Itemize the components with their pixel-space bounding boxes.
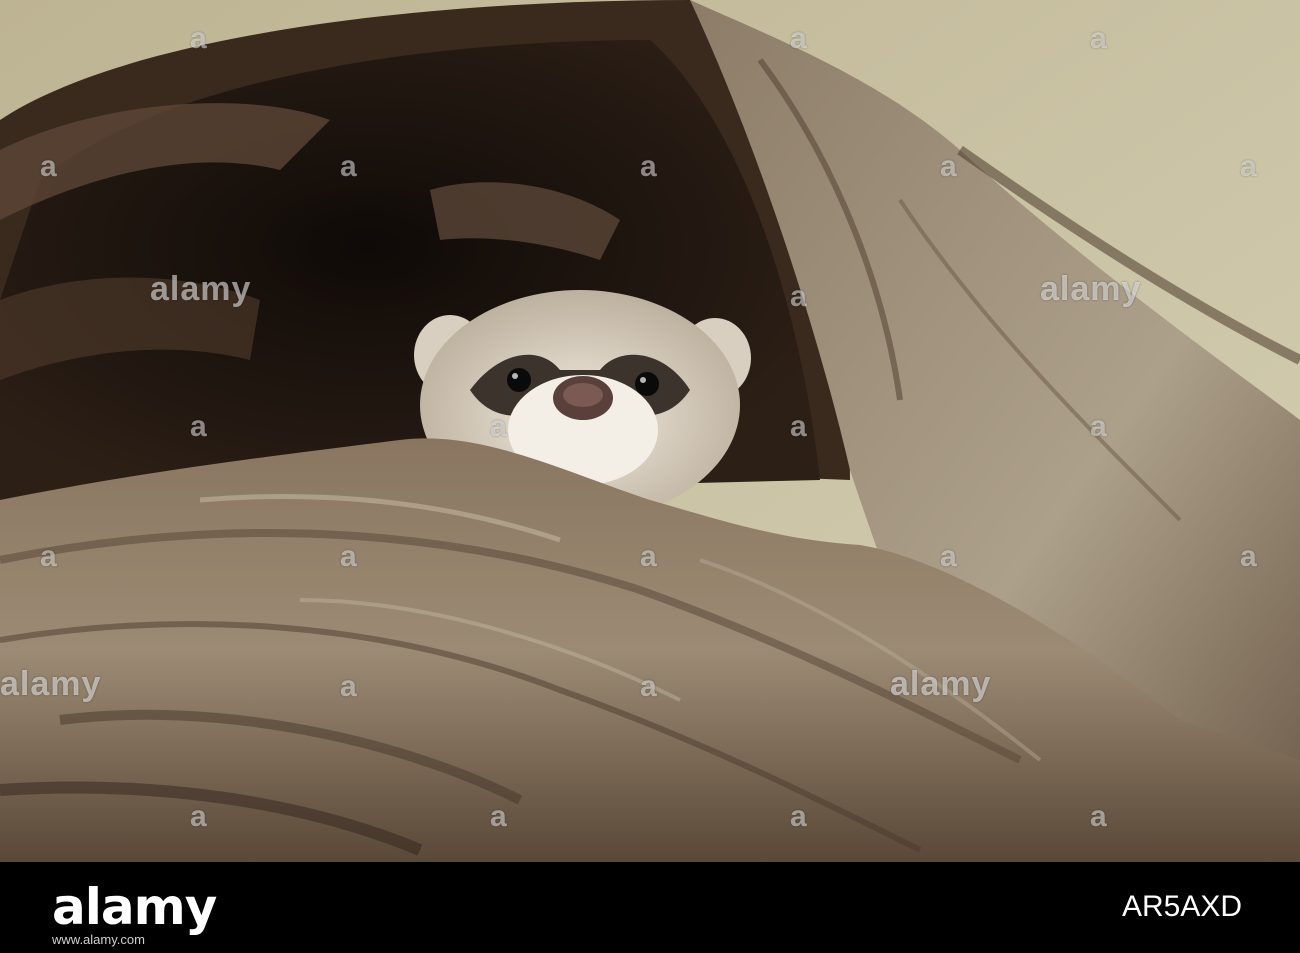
watermark-a: a bbox=[790, 280, 808, 313]
alamy-logo[interactable]: alamy bbox=[52, 878, 217, 936]
watermark-a: a bbox=[1090, 22, 1108, 55]
watermark-a: a bbox=[190, 800, 208, 833]
watermark-a: a bbox=[340, 540, 358, 573]
watermark-a: a bbox=[790, 800, 808, 833]
watermark-a: a bbox=[940, 150, 958, 183]
stock-photo-page: a a a a a a a a alamy alamy a a a a a a … bbox=[0, 0, 1300, 953]
photo: a a a a a a a a alamy alamy a a a a a a … bbox=[0, 0, 1300, 862]
watermark-a: a bbox=[490, 800, 508, 833]
ferret-right-eye bbox=[635, 372, 659, 396]
watermark: alamy bbox=[150, 270, 252, 308]
watermark-a: a bbox=[640, 670, 658, 703]
watermark-a: a bbox=[1240, 540, 1258, 573]
watermark-a: a bbox=[790, 22, 808, 55]
watermark: alamy bbox=[1040, 270, 1142, 308]
site-url[interactable]: www.alamy.com bbox=[52, 932, 145, 947]
watermark-a: a bbox=[490, 410, 508, 443]
watermark-a: a bbox=[40, 150, 58, 183]
watermark-a: a bbox=[1090, 800, 1108, 833]
watermark-a: a bbox=[940, 540, 958, 573]
watermark-a: a bbox=[340, 150, 358, 183]
watermark-a: a bbox=[640, 540, 658, 573]
watermark-a: a bbox=[340, 670, 358, 703]
watermark-a: a bbox=[190, 22, 208, 55]
image-id: AR5AXD bbox=[1121, 890, 1242, 923]
watermark: alamy bbox=[890, 665, 992, 703]
ferret-left-eye bbox=[507, 368, 531, 392]
watermark: alamy bbox=[0, 665, 102, 703]
watermark-a: a bbox=[640, 150, 658, 183]
watermark-a: a bbox=[1090, 410, 1108, 443]
watermark-a: a bbox=[1240, 150, 1258, 183]
watermark-a: a bbox=[190, 410, 208, 443]
stock-footer-bar: alamy AR5AXD www.alamy.com bbox=[0, 862, 1300, 953]
watermark-a: a bbox=[790, 410, 808, 443]
watermark-a: a bbox=[40, 540, 58, 573]
